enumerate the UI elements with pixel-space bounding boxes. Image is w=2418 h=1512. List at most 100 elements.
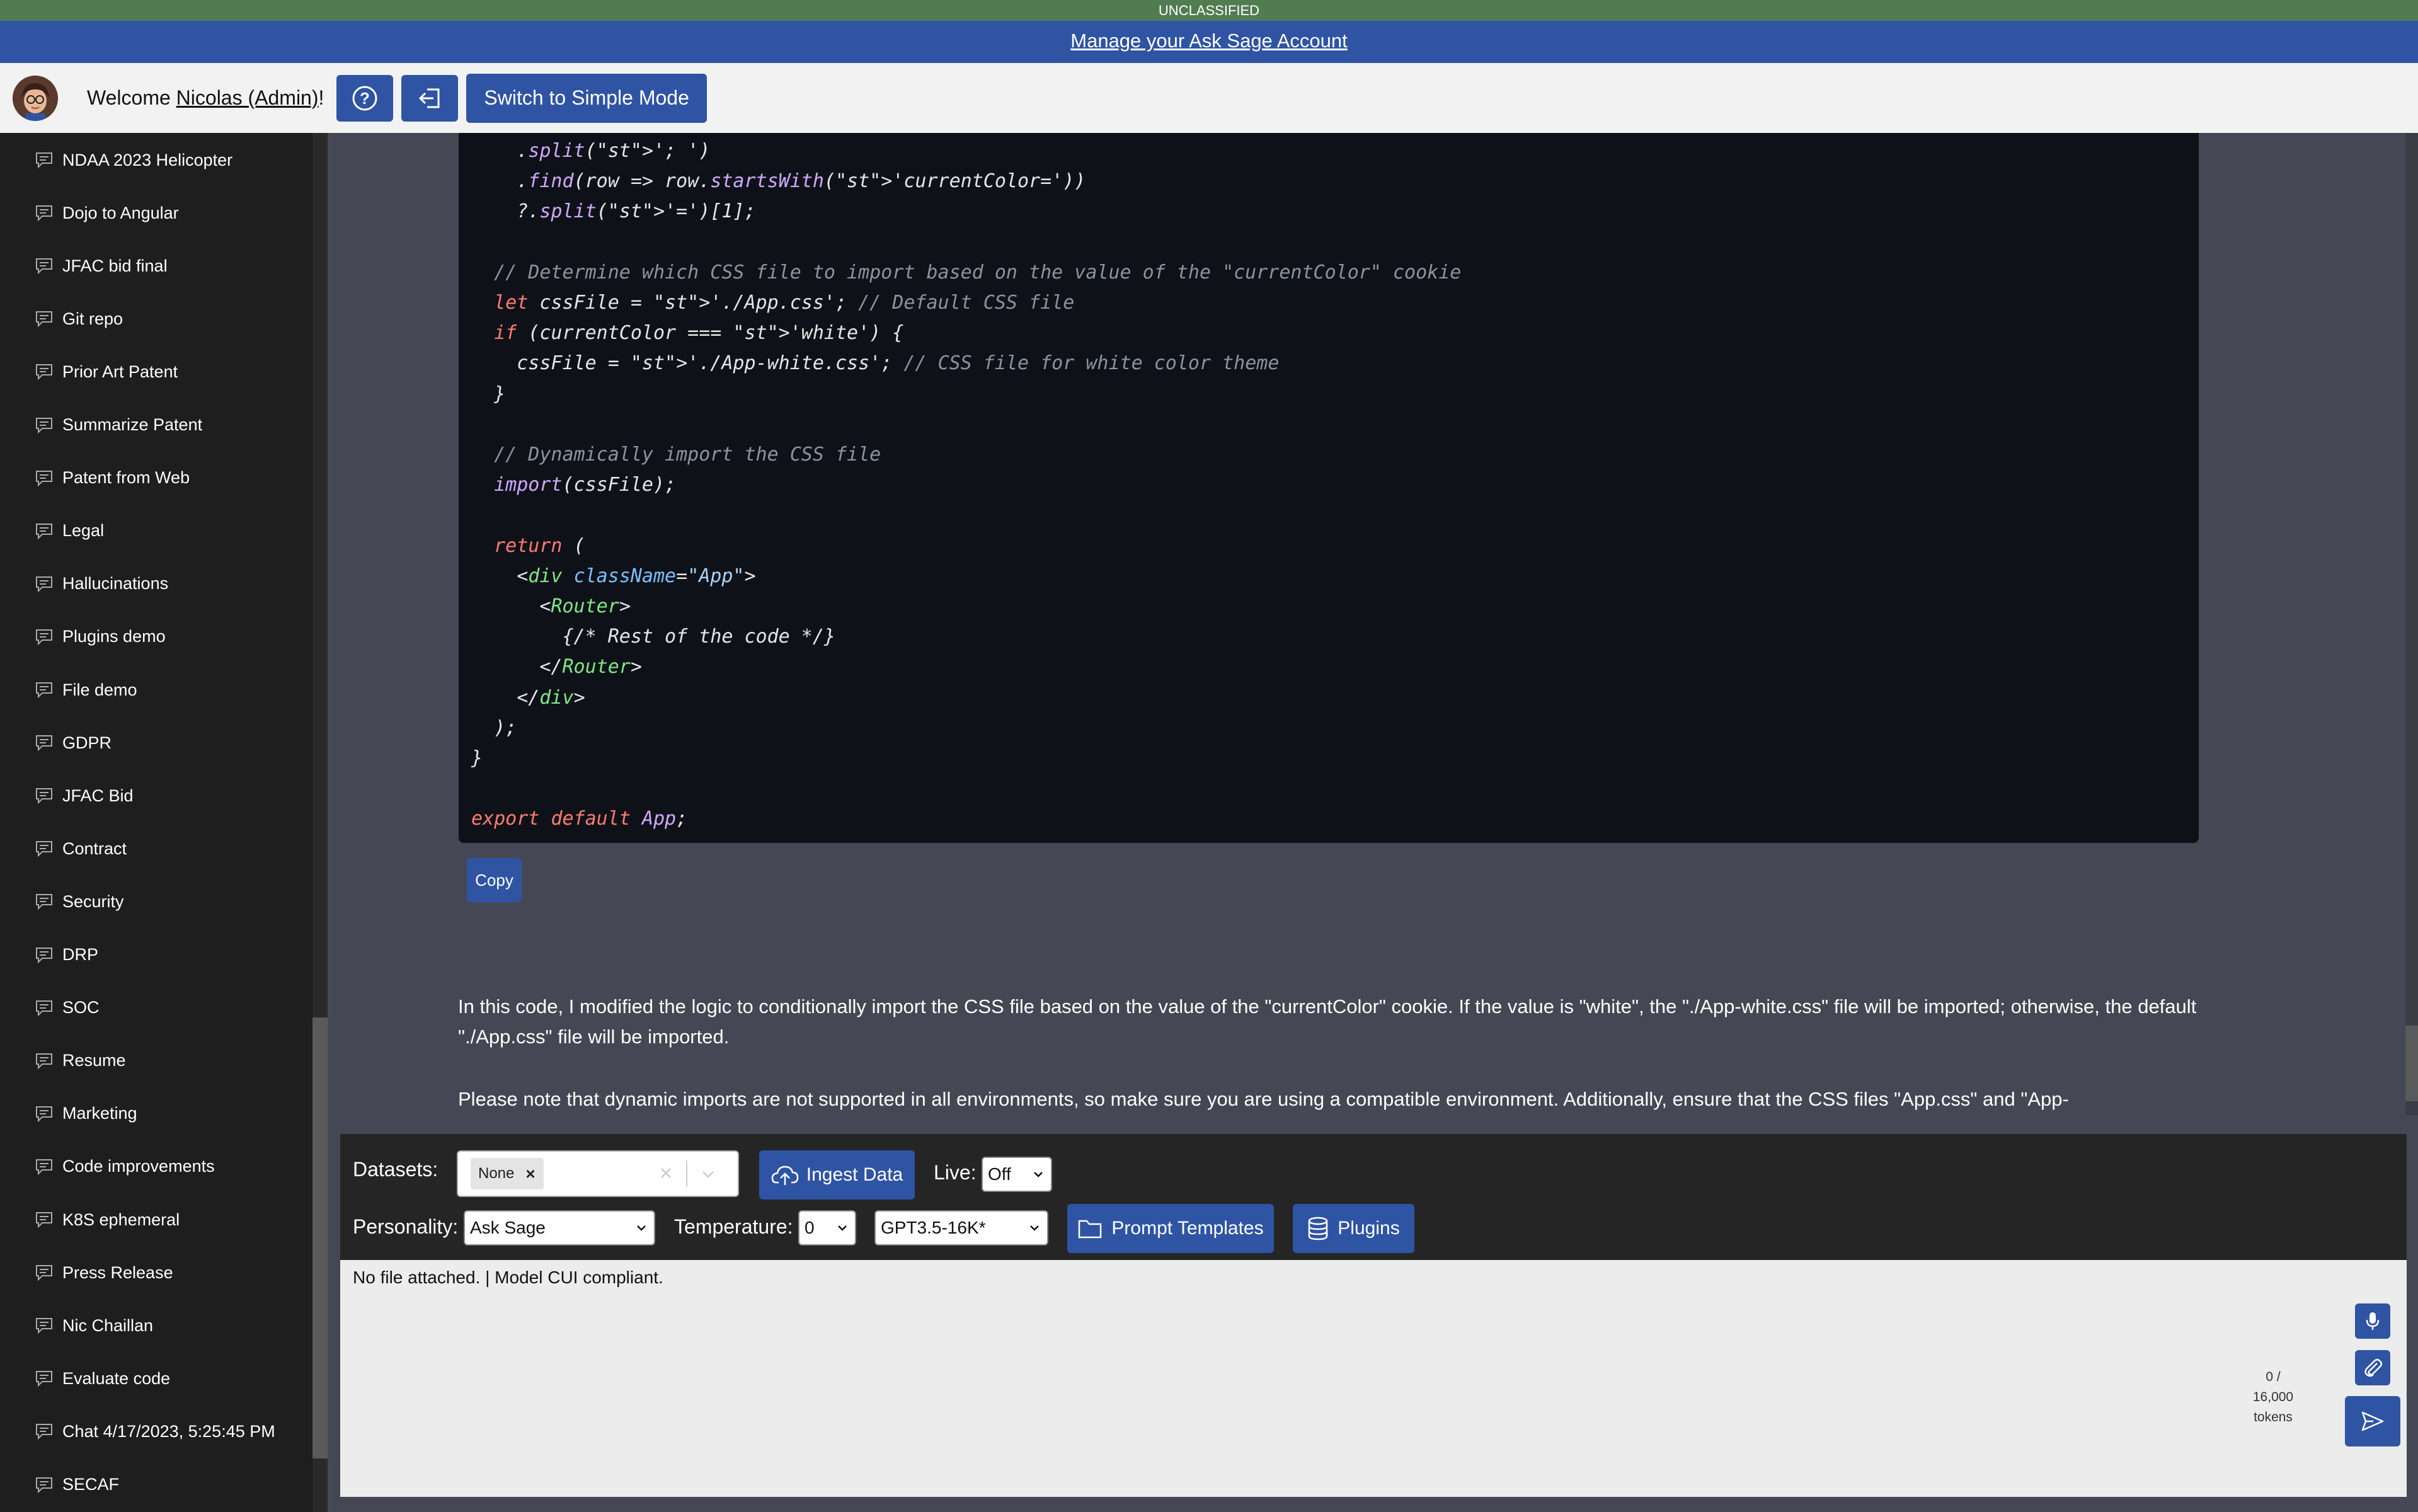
sidebar-item[interactable]: JFAC bid final (35, 253, 168, 278)
plugins-label: Plugins (1338, 1218, 1400, 1239)
send-button[interactable] (2345, 1396, 2400, 1446)
sidebar-item-label: Resume (62, 1051, 126, 1070)
live-label: Live: (934, 1161, 977, 1184)
welcome-text: Welcome Nicolas (Admin)! (87, 86, 324, 110)
code-text: .split("st">'; ') .find(row => row.start… (471, 140, 1462, 830)
user-header: Welcome Nicolas (Admin)! ? Switch to Sim… (0, 63, 2418, 133)
sidebar-item[interactable]: GDPR (35, 730, 112, 755)
microphone-icon (2366, 1312, 2380, 1330)
sidebar-item[interactable]: K8S ephemeral (35, 1207, 180, 1232)
sidebar-item[interactable]: Resume (35, 1048, 126, 1074)
sidebar-item[interactable]: Git repo (35, 306, 123, 331)
chat-icon (36, 1265, 52, 1281)
manage-account-link[interactable]: Manage your Ask Sage Account (1070, 30, 1347, 52)
help-button[interactable]: ? (336, 74, 394, 122)
sidebar-item[interactable]: Marketing (35, 1101, 137, 1126)
sidebar-item-label: Code improvements (62, 1157, 215, 1176)
sidebar-scroll-thumb[interactable] (312, 1017, 328, 1458)
chat-icon (36, 1212, 52, 1228)
chevron-down-icon (1034, 1172, 1043, 1177)
chat-icon (36, 629, 52, 646)
chat-content: .split("st">'; ') .find(row => row.start… (328, 133, 2405, 1115)
model-select[interactable]: GPT3.5-16K* (874, 1210, 1048, 1246)
sidebar-item[interactable]: DRP (35, 942, 98, 968)
sidebar-item-label: GDPR (62, 733, 112, 752)
folder-icon (1079, 1220, 1102, 1239)
cloud-upload-icon (771, 1166, 799, 1185)
chat-scrollbar[interactable] (2405, 133, 2418, 1115)
chevron-down-icon (1030, 1225, 1039, 1231)
question-circle-icon: ? (352, 86, 377, 110)
logout-icon (419, 88, 440, 108)
sidebar-item-label: Git repo (62, 309, 123, 328)
chat-icon (36, 1106, 52, 1123)
temperature-select[interactable]: 0 (798, 1210, 856, 1246)
sidebar-item[interactable]: SECAF (35, 1472, 119, 1498)
sidebar-item-label: Contract (62, 839, 127, 858)
sidebar-item-label: Dojo to Angular (62, 203, 179, 222)
sidebar-item-label: Hallucinations (62, 574, 169, 593)
sidebar-item[interactable]: Code improvements (35, 1154, 215, 1179)
sidebar-item[interactable]: File demo (35, 677, 137, 702)
sidebar-item[interactable]: NDAA 2023 Helicopter (35, 147, 232, 173)
chat-icon (36, 205, 52, 222)
chat-icon (36, 1477, 52, 1493)
sidebar-item-label: Nic Chaillan (62, 1315, 154, 1335)
sidebar-item-label: Patent from Web (62, 468, 190, 488)
microphone-button[interactable] (2355, 1303, 2390, 1339)
sidebar-item[interactable]: Chat 4/17/2023, 5:25:45 PM (35, 1419, 275, 1444)
response-paragraph: In this code, I modified the logic to co… (458, 995, 2197, 1048)
chat-icon (36, 841, 52, 857)
response-paragraph: Please note that dynamic imports are not… (458, 1088, 2069, 1110)
sidebar-item[interactable]: Nic Chaillan (35, 1313, 153, 1338)
prompt-input[interactable] (345, 1296, 2201, 1496)
sidebar: NDAA 2023 Helicopter Dojo to Angular JFAC … (0, 133, 312, 1512)
live-select[interactable]: Off (982, 1157, 1052, 1192)
sidebar-item[interactable]: JFAC Bid (35, 783, 134, 808)
switch-simple-mode-button[interactable]: Switch to Simple Mode (466, 73, 707, 123)
svg-text:?: ? (360, 89, 370, 108)
remove-chip-icon[interactable]: × (525, 1164, 535, 1184)
sidebar-item[interactable]: Press Release (35, 1260, 173, 1285)
sidebar-item[interactable]: Dojo to Angular (35, 200, 179, 226)
sidebar-item[interactable]: Summarize Patent (35, 413, 202, 438)
temperature-label: Temperature: (674, 1215, 793, 1238)
logout-button[interactable] (401, 74, 459, 122)
user-name-link[interactable]: Nicolas (Admin) (176, 86, 319, 109)
sidebar-item[interactable]: Contract (35, 836, 127, 861)
personality-select[interactable]: Ask Sage (464, 1210, 655, 1246)
sidebar-item[interactable]: SOC (35, 995, 100, 1021)
live-value: Off (988, 1164, 1011, 1184)
dataset-chip: None × (471, 1158, 544, 1189)
chevron-down-icon[interactable] (701, 1167, 716, 1182)
chat-scroll-thumb[interactable] (2405, 1026, 2418, 1101)
sidebar-item[interactable]: Prior Art Patent (35, 359, 178, 384)
plugins-button[interactable]: Plugins (1293, 1204, 1414, 1253)
sidebar-item[interactable]: Legal (35, 518, 104, 544)
sidebar-item-label: DRP (62, 945, 99, 964)
token-unit: tokens (2254, 1410, 2293, 1424)
token-count: 0 / (2266, 1370, 2281, 1384)
chat-icon (36, 788, 52, 805)
sidebar-item[interactable]: Patent from Web (35, 466, 190, 491)
personality-value: Ask Sage (470, 1218, 546, 1237)
chat-icon (36, 258, 52, 275)
sidebar-item[interactable]: Hallucinations (35, 571, 168, 597)
copy-button[interactable]: Copy (467, 858, 522, 902)
prompt-templates-button[interactable]: Prompt Templates (1067, 1204, 1274, 1253)
sidebar-item[interactable]: Evaluate code (35, 1366, 170, 1391)
welcome-prefix: Welcome (87, 86, 176, 109)
sidebar-item[interactable]: Security (35, 889, 124, 914)
ingest-data-button[interactable]: Ingest Data (759, 1150, 915, 1200)
chat-icon (36, 417, 52, 433)
sidebar-item[interactable]: Plugins demo (35, 624, 166, 650)
clear-icon[interactable] (658, 1166, 673, 1181)
attach-file-button[interactable] (2355, 1350, 2390, 1385)
chat-icon (36, 1000, 52, 1017)
chat-icon (36, 735, 52, 752)
sidebar-item-label: Chat 4/17/2023, 5:25:45 PM (62, 1421, 275, 1441)
paperclip-icon (2364, 1359, 2382, 1377)
chat-icon (36, 682, 52, 699)
chat-icon (36, 364, 52, 381)
sidebar-item-label: Security (62, 891, 124, 911)
